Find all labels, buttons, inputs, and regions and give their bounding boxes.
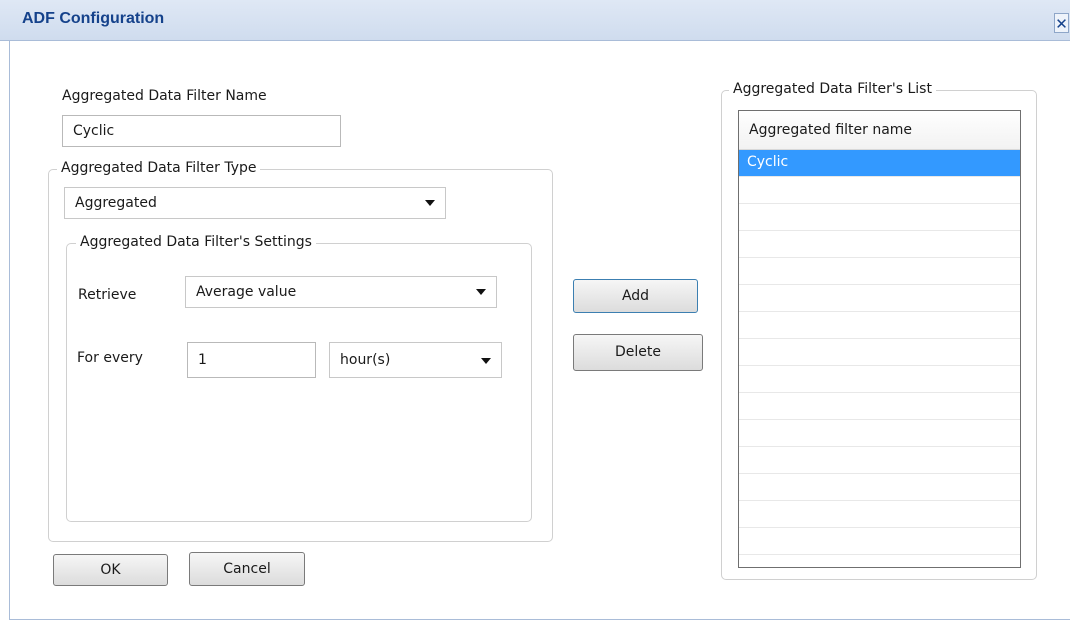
list-rows: Cyclic: [739, 150, 1020, 567]
list-item[interactable]: [739, 366, 1020, 393]
list-item[interactable]: [739, 474, 1020, 501]
close-icon: ✕: [1055, 15, 1068, 33]
chevron-down-icon: [481, 358, 491, 364]
chevron-down-icon: [425, 200, 435, 206]
for-every-input[interactable]: 1: [187, 342, 316, 378]
filter-type-value: Aggregated: [75, 195, 157, 211]
window-title: ADF Configuration: [22, 10, 165, 27]
unit-select[interactable]: hour(s): [329, 342, 502, 378]
list-item[interactable]: [739, 339, 1020, 366]
filter-type-select[interactable]: Aggregated: [64, 187, 446, 219]
cancel-button[interactable]: Cancel: [189, 552, 305, 586]
list-item[interactable]: [739, 447, 1020, 474]
settings-legend: Aggregated Data Filter's Settings: [76, 234, 316, 250]
filter-list[interactable]: Aggregated filter name Cyclic: [738, 110, 1021, 568]
unit-value: hour(s): [340, 352, 391, 368]
retrieve-value: Average value: [196, 284, 297, 300]
filter-name-label: Aggregated Data Filter Name: [62, 88, 267, 104]
title-bar: ADF Configuration ✕: [0, 0, 1070, 41]
list-item[interactable]: [739, 501, 1020, 528]
filter-list-legend: Aggregated Data Filter's List: [729, 81, 936, 97]
list-item[interactable]: [739, 393, 1020, 420]
filter-name-input[interactable]: Cyclic: [62, 115, 341, 147]
list-item[interactable]: Cyclic: [739, 150, 1020, 177]
chevron-down-icon: [476, 289, 486, 295]
list-item[interactable]: [739, 258, 1020, 285]
retrieve-select[interactable]: Average value: [185, 276, 497, 308]
list-item[interactable]: [739, 420, 1020, 447]
list-item[interactable]: [739, 231, 1020, 258]
retrieve-label: Retrieve: [78, 287, 137, 303]
filter-type-legend: Aggregated Data Filter Type: [57, 160, 261, 176]
list-item[interactable]: [739, 528, 1020, 555]
close-button[interactable]: ✕: [1054, 13, 1069, 33]
for-every-label: For every: [77, 350, 143, 366]
list-item[interactable]: [739, 204, 1020, 231]
list-item[interactable]: [739, 312, 1020, 339]
ok-button[interactable]: OK: [53, 554, 168, 586]
column-header[interactable]: Aggregated filter name: [739, 111, 1020, 150]
list-item[interactable]: [739, 177, 1020, 204]
list-item[interactable]: [739, 285, 1020, 312]
list-item[interactable]: [739, 555, 1020, 567]
delete-button[interactable]: Delete: [573, 334, 703, 371]
add-button[interactable]: Add: [573, 279, 698, 313]
